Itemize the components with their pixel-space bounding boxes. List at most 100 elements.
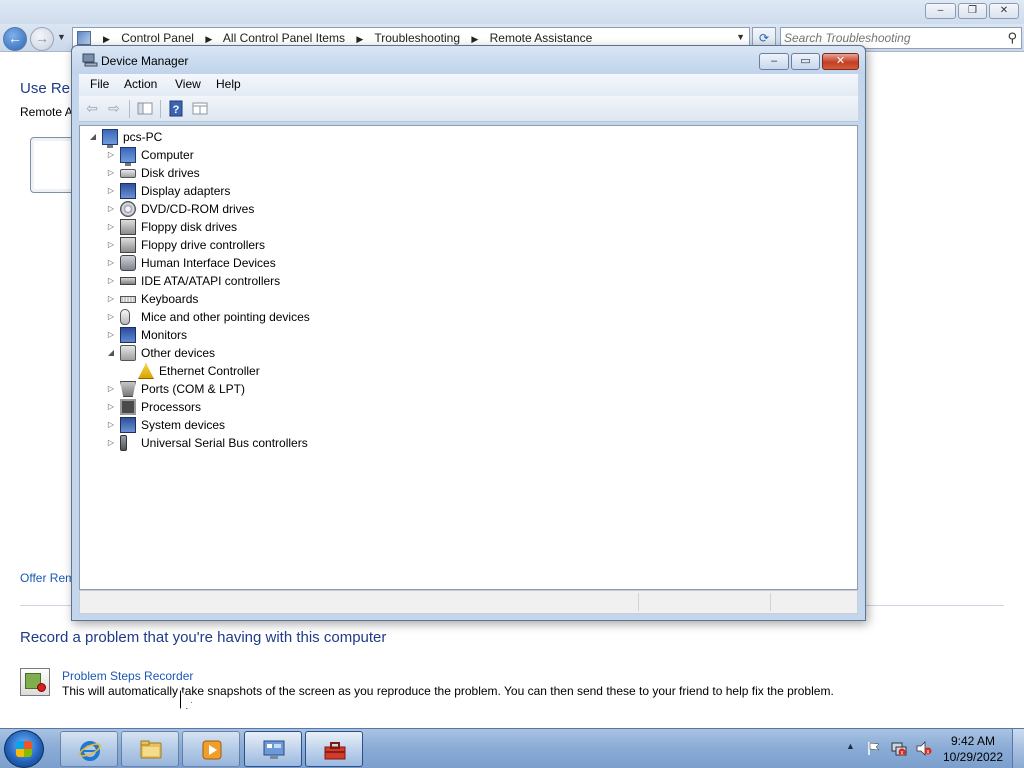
- device-manager-titlebar[interactable]: Device Manager – ▭ ✕: [72, 46, 865, 74]
- expand-arrow-icon[interactable]: ▷: [106, 200, 116, 218]
- properties-icon[interactable]: [191, 100, 209, 117]
- monitor-icon: [120, 327, 136, 343]
- expand-arrow-icon[interactable]: ▷: [106, 308, 116, 326]
- tree-device[interactable]: Ethernet Controller: [80, 362, 850, 380]
- show-desktop-button[interactable]: [1012, 729, 1024, 768]
- tree-item-label: pcs-PC: [123, 130, 163, 144]
- tree-root[interactable]: ◢ pcs-PC: [80, 128, 850, 148]
- expand-arrow-icon[interactable]: ▷: [106, 236, 116, 254]
- chevron-up-icon[interactable]: ▲: [846, 741, 855, 751]
- problem-steps-recorder-link[interactable]: Problem Steps Recorder: [62, 669, 193, 683]
- help-icon[interactable]: ?: [167, 100, 185, 117]
- chevron-right-icon[interactable]: ▶: [205, 34, 212, 44]
- section-heading: Record a problem that you're having with…: [20, 629, 387, 646]
- restore-button[interactable]: ❐: [958, 3, 987, 19]
- forward-button[interactable]: →: [30, 27, 54, 51]
- menu-help[interactable]: Help: [216, 77, 241, 91]
- tree-item-label: Ethernet Controller: [159, 364, 260, 378]
- expand-arrow-icon[interactable]: ▷: [106, 182, 116, 200]
- expand-arrow-icon[interactable]: ▷: [106, 398, 116, 416]
- expand-arrow-icon[interactable]: ▷: [106, 380, 116, 398]
- menu-action[interactable]: Action: [124, 77, 157, 91]
- tree-item-label: Floppy disk drives: [141, 220, 238, 234]
- breadcrumb-item[interactable]: Troubleshooting: [374, 31, 460, 45]
- volume-muted-icon[interactable]: x: [916, 741, 932, 756]
- tree-category[interactable]: ▷ Monitors: [80, 326, 850, 344]
- tree-category[interactable]: ▷ IDE ATA/ATAPI controllers: [80, 272, 850, 290]
- taskbar-app-device-manager[interactable]: [305, 731, 363, 767]
- back-button[interactable]: ←: [3, 27, 27, 51]
- breadcrumb-item[interactable]: Control Panel: [121, 31, 194, 45]
- minimize-button[interactable]: –: [925, 3, 956, 19]
- close-button[interactable]: ✕: [822, 53, 859, 70]
- start-button[interactable]: [4, 730, 44, 768]
- search-icon[interactable]: ⚲: [1007, 30, 1017, 46]
- expand-arrow-icon[interactable]: ▷: [106, 326, 116, 344]
- expand-arrow-icon[interactable]: ▷: [106, 272, 116, 290]
- device-tree[interactable]: ◢ pcs-PC ▷ Computer ▷ Disk drives ▷ Display ada…: [79, 125, 858, 590]
- expand-arrow-icon[interactable]: ▷: [106, 434, 116, 452]
- system-devices-icon: [120, 417, 136, 433]
- ide-controller-icon: [120, 277, 136, 285]
- tree-category[interactable]: ▷ Floppy disk drives: [80, 218, 850, 236]
- tree-category[interactable]: ▷ Human Interface Devices: [80, 254, 850, 272]
- show-hide-console-tree-icon[interactable]: [136, 100, 154, 117]
- taskbar-app-internet-explorer[interactable]: [60, 731, 118, 767]
- dvd-drive-icon: [120, 201, 136, 217]
- chevron-right-icon[interactable]: ▶: [356, 34, 363, 44]
- expand-arrow-icon[interactable]: ▷: [106, 164, 116, 182]
- invite-button[interactable]: [30, 137, 76, 193]
- expand-arrow-icon[interactable]: ▷: [106, 416, 116, 434]
- section-text: Remote A: [20, 105, 73, 119]
- tree-category[interactable]: ▷ Floppy drive controllers: [80, 236, 850, 254]
- window-title: Device Manager: [101, 54, 189, 68]
- taskbar-app-windows-explorer[interactable]: [121, 731, 179, 767]
- back-arrow-icon[interactable]: ⇦: [83, 100, 101, 117]
- maximize-button[interactable]: ▭: [791, 53, 820, 70]
- tree-item-label: Other devices: [141, 346, 216, 360]
- tree-category[interactable]: ▷ Computer: [80, 146, 850, 166]
- collapse-arrow-icon[interactable]: ◢: [88, 128, 98, 146]
- tree-category[interactable]: ▷ Mice and other pointing devices: [80, 308, 850, 326]
- taskbar-app-control-panel[interactable]: [244, 731, 302, 767]
- menu-view[interactable]: View: [175, 77, 201, 91]
- action-center-flag-icon[interactable]: [866, 741, 882, 756]
- minimize-button[interactable]: –: [759, 53, 789, 70]
- taskbar-app-media-player[interactable]: [182, 731, 240, 767]
- menu-file[interactable]: File: [90, 77, 109, 91]
- tree-category[interactable]: ▷ Disk drives: [80, 164, 850, 182]
- tree-category[interactable]: ▷ Processors: [80, 398, 850, 416]
- tree-category[interactable]: ▷ Universal Serial Bus controllers: [80, 434, 850, 452]
- expand-arrow-icon[interactable]: ▷: [106, 290, 116, 308]
- tree-category[interactable]: ▷ Ports (COM & LPT): [80, 380, 850, 398]
- expand-arrow-icon[interactable]: ▷: [106, 254, 116, 272]
- tree-category[interactable]: ▷ Display adapters: [80, 182, 850, 200]
- breadcrumb-item[interactable]: All Control Panel Items: [223, 31, 345, 45]
- taskbar: ▲ x x 9:42 AM 10/29/2022: [0, 728, 1024, 768]
- control-panel-icon: [263, 740, 285, 759]
- recent-pages-icon[interactable]: ▼: [57, 32, 66, 42]
- chevron-right-icon[interactable]: ▶: [103, 34, 110, 44]
- network-disconnected-icon[interactable]: x: [891, 741, 907, 756]
- collapse-arrow-icon[interactable]: ◢: [106, 344, 116, 362]
- clock-date[interactable]: 10/29/2022: [942, 750, 1004, 764]
- tree-category[interactable]: ▷ System devices: [80, 416, 850, 434]
- problem-steps-recorder-icon[interactable]: [20, 668, 50, 696]
- floppy-controller-icon: [120, 237, 136, 253]
- tree-category[interactable]: ▷ Keyboards: [80, 290, 850, 308]
- tree-category[interactable]: ▷ DVD/CD-ROM drives: [80, 200, 850, 218]
- expand-arrow-icon[interactable]: ▷: [106, 218, 116, 236]
- forward-arrow-icon[interactable]: ⇨: [105, 100, 123, 117]
- tree-item-label: Processors: [141, 400, 202, 414]
- toolbar: ⇦ ⇨ ?: [79, 96, 858, 122]
- chevron-down-icon[interactable]: ▼: [736, 32, 745, 42]
- tree-item-label: Floppy drive controllers: [141, 238, 266, 252]
- chevron-right-icon[interactable]: ▶: [471, 34, 478, 44]
- close-button[interactable]: ✕: [989, 3, 1019, 19]
- breadcrumb-item[interactable]: Remote Assistance: [490, 31, 593, 45]
- tree-item-label: Universal Serial Bus controllers: [141, 436, 308, 450]
- expand-arrow-icon[interactable]: ▷: [106, 146, 116, 164]
- offer-remote-assistance-link[interactable]: Offer Rem: [20, 571, 75, 585]
- tree-category[interactable]: ◢ Other devices: [80, 344, 850, 362]
- clock-time[interactable]: 9:42 AM: [942, 734, 1004, 748]
